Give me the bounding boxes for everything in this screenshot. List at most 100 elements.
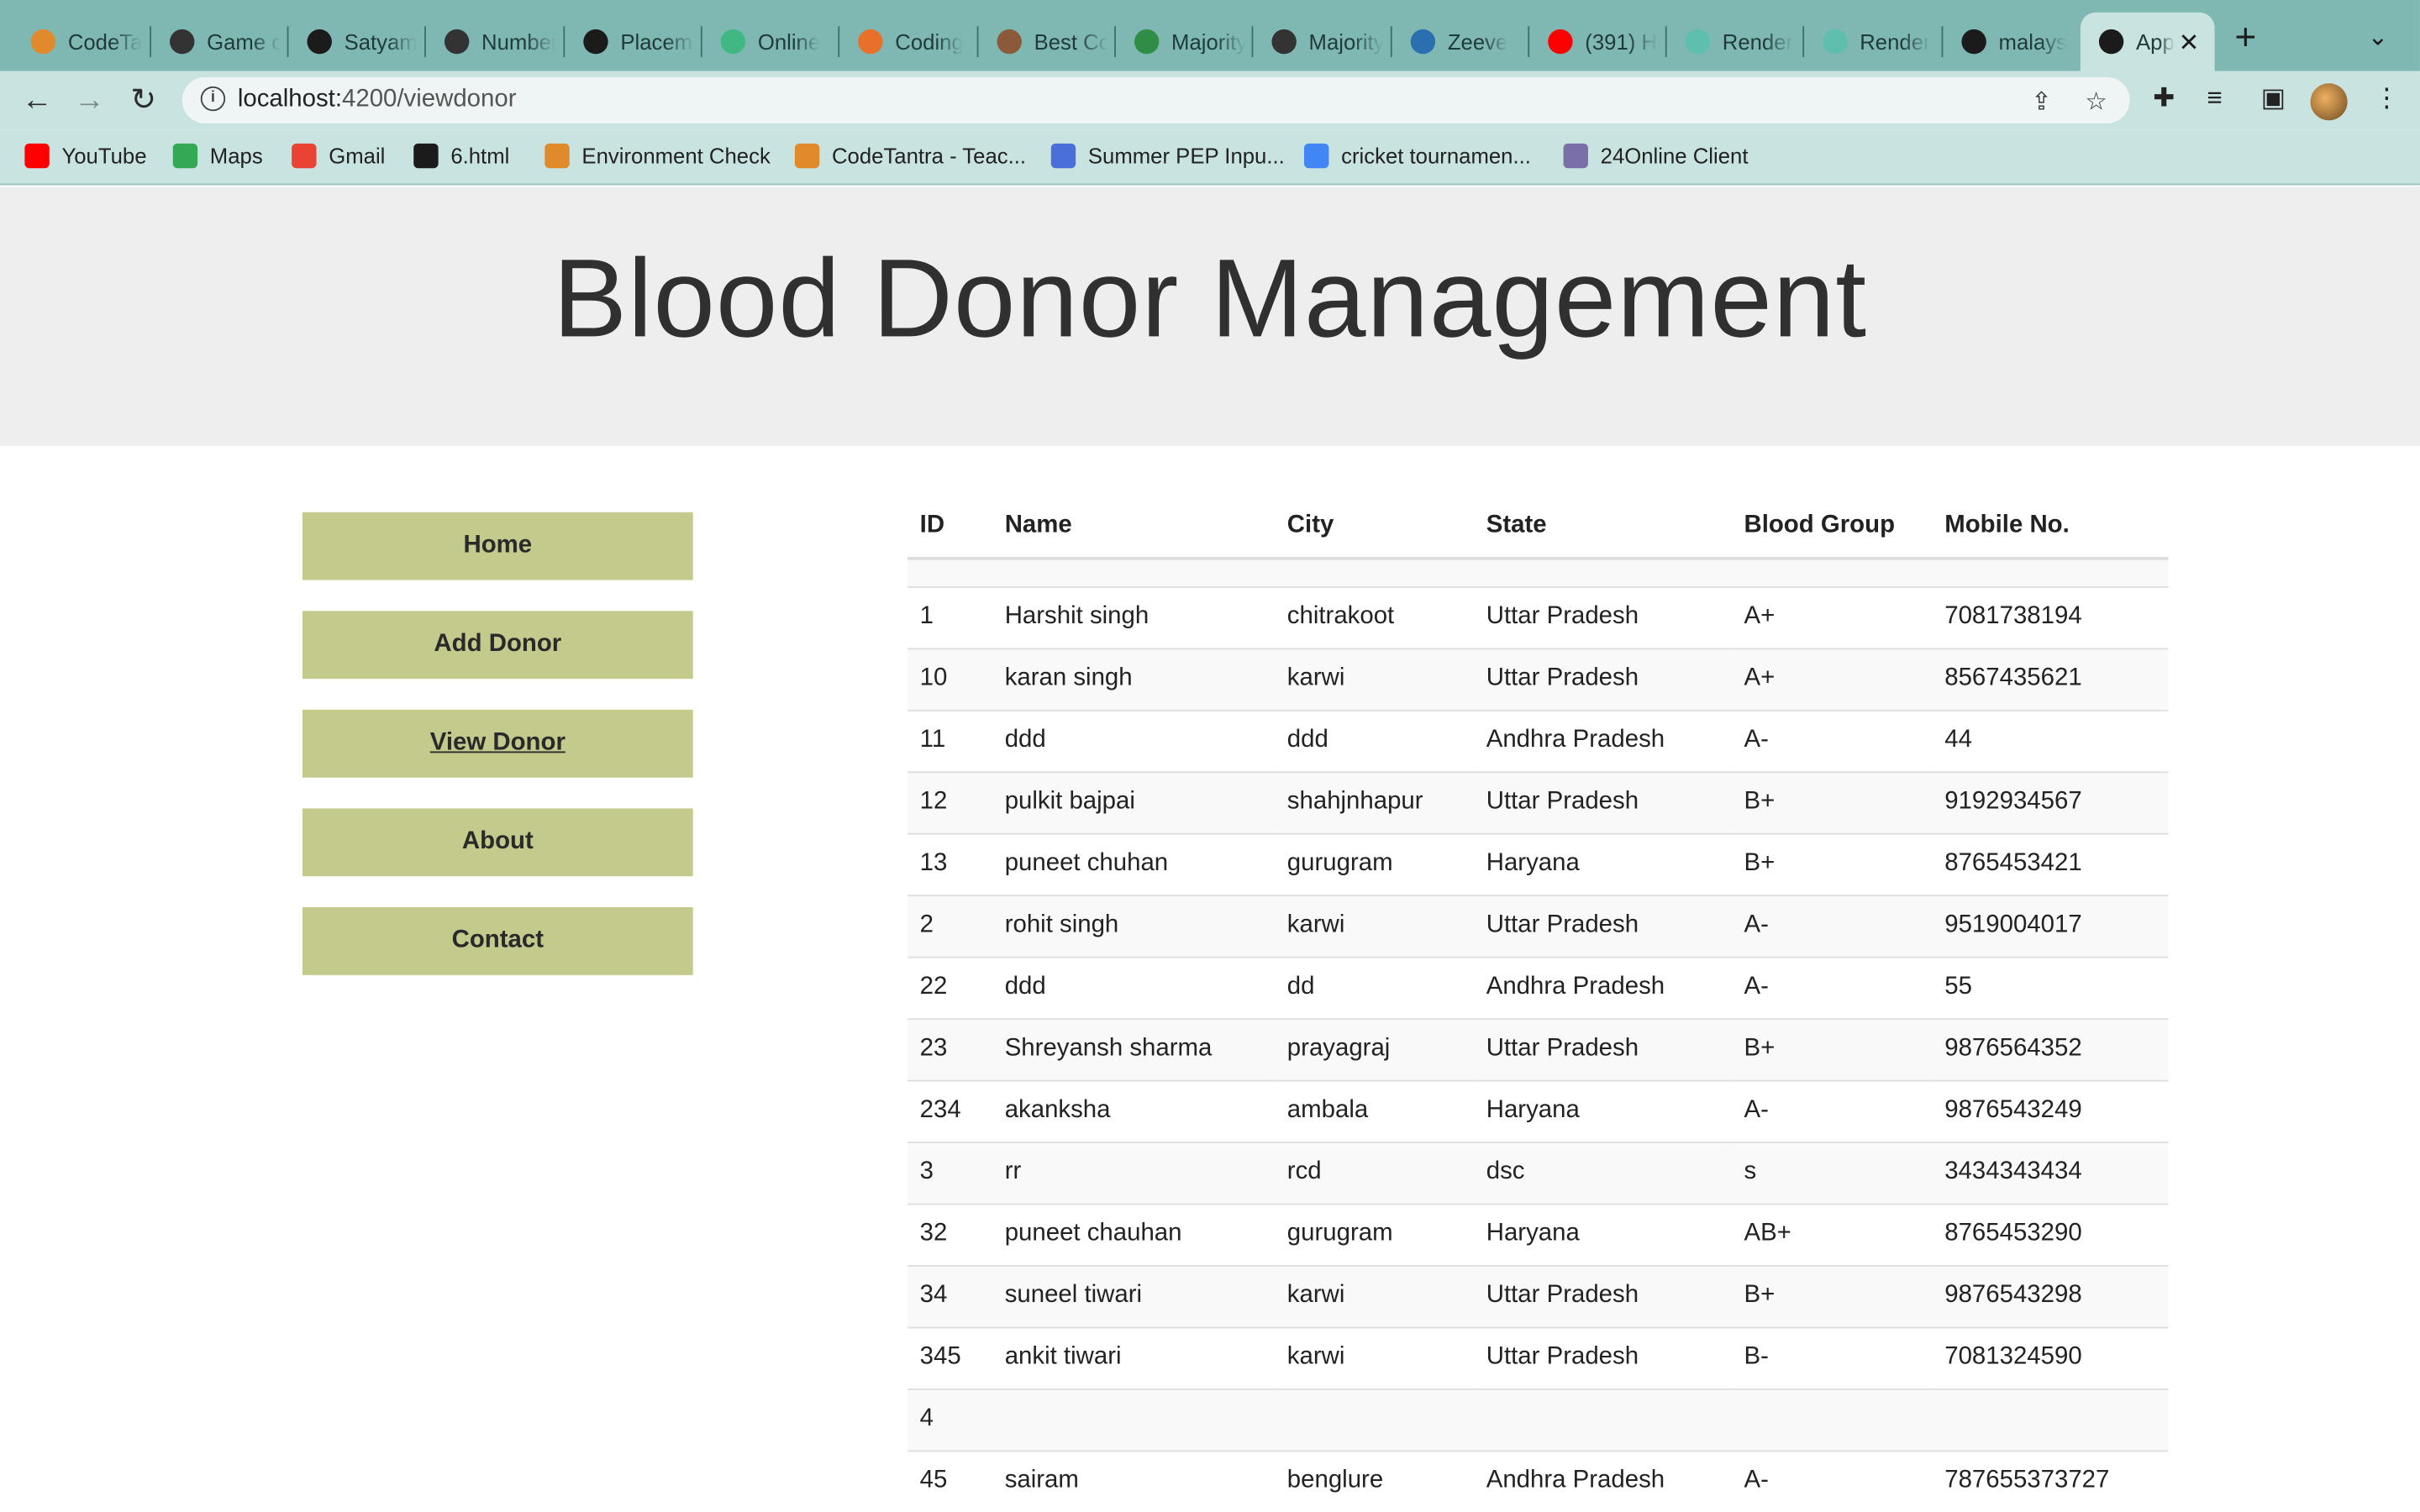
extensions-icon[interactable]: ✚ [2153,83,2175,114]
new-tab-icon[interactable]: + [2235,19,2257,57]
cell-blood-group: AB+ [1731,1203,1933,1267]
bookmark-item[interactable]: 24Online Client [1563,143,1748,169]
cell-state: Uttar Pradesh [1474,648,1732,711]
leetcode-icon [444,29,470,55]
tab-search-icon[interactable]: ⌄ [2367,22,2388,53]
tab-title: Number [481,29,556,55]
tab-separator [1390,26,1392,57]
gfg-icon [1134,29,1160,55]
browser-tab[interactable]: Online [702,13,839,71]
vue-icon [720,29,746,55]
browser-tab[interactable]: (391) H [1529,13,1665,71]
profile-avatar[interactable] [2310,83,2348,121]
donor-table: ID Name City State Blood Group Mobile No… [907,493,2169,1512]
tab-title: Zeeve [1447,29,1508,55]
nav-contact-button[interactable]: Contact [302,906,693,975]
tab-separator [1665,26,1667,57]
browser-tab[interactable]: Zeeve [1392,13,1528,71]
cell-city: shahjnhapur [1275,771,1475,834]
cell-name: puneet chauhan [992,1203,1276,1267]
tab-strip: CodeTantra Game of Satyam Number Placement On… [0,0,2420,71]
render-icon [1823,29,1848,55]
table-row: 22 ddd dd Andhra Pradesh A- 55 [907,956,2169,1020]
cell-mobile: 9876564352 [1932,1018,2169,1081]
bookmark-item[interactable]: CodeTantra - Teac... [794,143,1026,169]
cell-blood-group: B+ [1731,1018,1933,1081]
codingninjas-icon [858,29,883,55]
cell-name: ankit tiwari [992,1326,1276,1389]
browser-tab[interactable]: malays [1943,13,2079,71]
bookmark-item[interactable]: Environment Check [544,143,771,169]
cell-state [1474,1389,1732,1452]
cell-name: ddd [992,709,1276,773]
tab-title: Game of [207,29,281,55]
browser-tab[interactable]: Best Co [978,13,1114,71]
bookmark-star-icon[interactable]: ☆ [2085,87,2107,118]
browser-tab[interactable]: CodeTantra [13,13,149,71]
codetantra-icon [794,143,820,169]
nav-contact-label: Contact [451,927,544,954]
nav-home-button[interactable]: Home [302,512,693,580]
tab-title: malays [1998,29,2068,55]
bookmark-item[interactable]: Gmail [292,143,385,169]
cell-mobile: 8567435621 [1932,648,2169,711]
cell-city: chitrakoot [1275,585,1475,649]
cell-blood-group: A- [1731,709,1933,773]
angular-icon [2098,29,2124,55]
browser-tab[interactable]: Render [1667,13,1803,71]
leetcode-icon [1271,29,1297,55]
cell-mobile: 3434343434 [1932,1142,2169,1205]
browser-tab[interactable]: Number [426,13,562,71]
address-bar[interactable]: i localhost:4200/viewdonor ⇪ ☆ [182,76,2130,123]
cell-id: 32 [907,1203,992,1267]
browser-tab[interactable]: App ✕ [2080,12,2215,71]
cell-id: 234 [907,1079,992,1143]
browser-tab[interactable]: Render [1804,13,1940,71]
site-info-icon[interactable]: i [200,86,226,112]
share-icon[interactable]: ⇪ [2031,87,2052,118]
cell-blood-group: B+ [1731,771,1933,834]
cell-city: ambala [1275,1079,1475,1143]
forward-icon[interactable]: → [70,81,110,121]
browser-tab[interactable]: Majority [1253,13,1389,71]
browser-tab[interactable]: Satyam [288,13,424,71]
table-row: 45 sairam benglure Andhra Pradesh A- 78765537… [907,1450,2169,1512]
bookmark-item[interactable]: Maps [172,143,263,169]
mountain-icon [1563,143,1588,169]
tab-title: Render [1860,29,1931,55]
browser-tab[interactable]: Game of [151,13,287,71]
bookmark-label: Environment Check [581,143,771,169]
close-tab-icon[interactable]: ✕ [2179,28,2200,59]
codetantra-icon [544,143,570,169]
back-icon[interactable]: ← [17,81,57,121]
bookmark-item[interactable]: 6.html [413,143,509,169]
cell-mobile: 9876543298 [1932,1265,2169,1328]
side-panel-icon[interactable]: ▣ [2261,83,2286,114]
bookmark-item[interactable]: cricket tournamen... [1304,143,1531,169]
browser-tab[interactable]: Majority [1116,13,1252,71]
table-spacer-row [907,558,2169,587]
cell-mobile: 9519004017 [1932,895,2169,958]
nav-view-donor-button[interactable]: View Donor [302,709,693,778]
media-control-icon[interactable]: ≡ [2207,83,2222,114]
menu-kebab-icon[interactable]: ⋮ [2374,83,2400,114]
nav-add-donor-button[interactable]: Add Donor [302,611,693,680]
github-icon [307,29,332,55]
cell-state: Uttar Pradesh [1474,1265,1732,1328]
tab-separator [1941,26,1944,57]
bookmark-item[interactable]: YouTube [24,143,147,169]
cell-mobile: 787655373727 [1932,1450,2169,1512]
tab-separator [976,26,979,57]
cell-name: Shreyansh sharma [992,1018,1276,1081]
browser-tab[interactable]: Placement [565,13,701,71]
bookmark-item[interactable]: Summer PEP Inpu... [1050,143,1285,169]
column-header-mobile: Mobile No. [1932,493,2169,560]
cell-blood-group: B- [1731,1326,1933,1389]
reload-icon[interactable]: ↻ [124,81,164,121]
cell-city: karwi [1275,1326,1475,1389]
browser-tab[interactable]: Coding [839,13,976,71]
cell-blood-group: B+ [1731,832,1933,896]
nav-about-button[interactable]: About [302,808,693,877]
table-row: 2 rohit singh karwi Uttar Pradesh A- 95190040… [907,895,2169,958]
tab-separator [838,26,840,57]
